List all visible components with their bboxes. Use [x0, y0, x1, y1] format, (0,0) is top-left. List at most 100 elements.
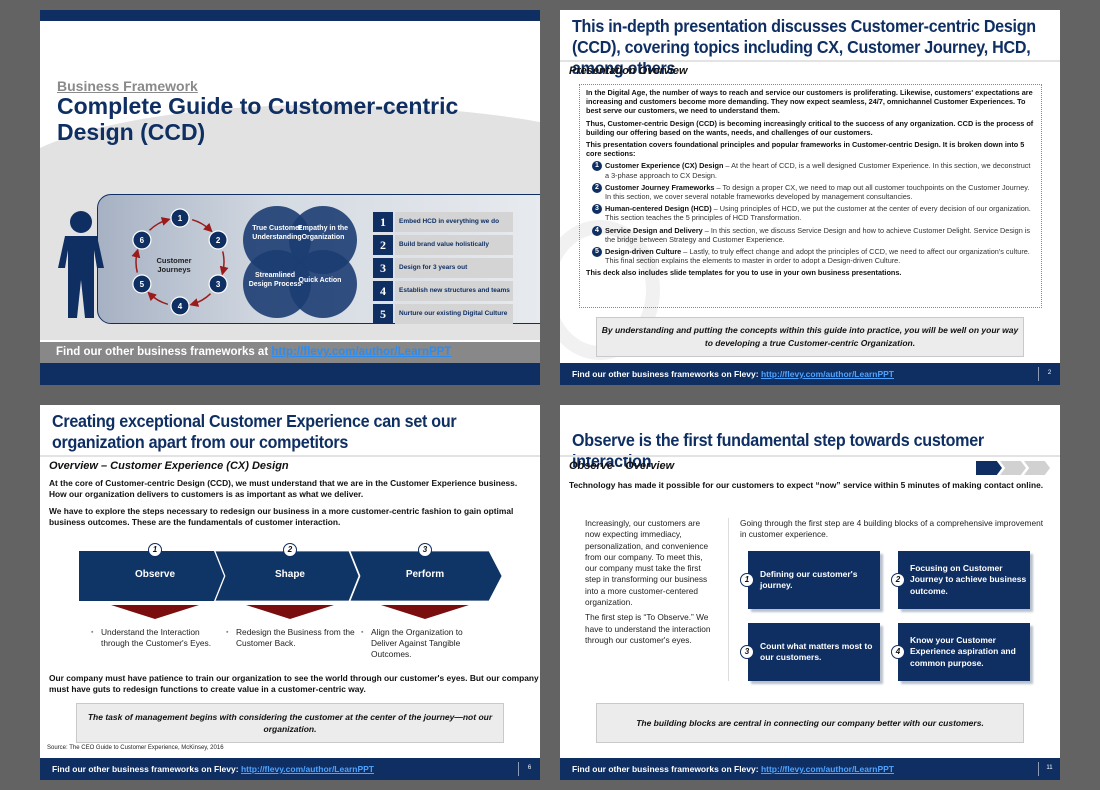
slide-footer: Find our other business frameworks on Fl…: [40, 758, 540, 780]
cycle-node: 5: [132, 274, 152, 294]
item-number: 5: [373, 304, 393, 324]
section-item: 5 Design-driven Culture – Lastly, to trul…: [592, 247, 1035, 265]
slide-title: Creating exceptional Customer Experience…: [52, 411, 457, 452]
item-number: 4: [373, 281, 393, 301]
phase-label: Shape: [274, 569, 305, 580]
principle-item: 2 Build brand value holistically: [373, 235, 513, 255]
cycle-node: 6: [132, 230, 152, 250]
cycle-node-label: 6: [140, 236, 145, 245]
flevy-link[interactable]: http://flevy.com/author/LearnPPT: [271, 346, 451, 358]
slide-footer: Find our other business frameworks on Fl…: [560, 758, 1060, 780]
source-note: Source: The CEO Guide to Customer Experi…: [47, 745, 224, 751]
slide-kicker: Business Framework: [57, 78, 198, 94]
callout-quote: By understanding and putting the concept…: [596, 317, 1024, 357]
page-number: 6: [518, 762, 540, 776]
left-paragraph: Increasingly, our customers are now expe…: [585, 518, 709, 608]
cycle-arrow: [189, 293, 212, 307]
section-name: Service Design and Delivery: [605, 225, 703, 235]
cycle-arrow: [131, 248, 141, 273]
slide-thumbnail-2[interactable]: This in-depth presentation discusses Cus…: [560, 10, 1060, 385]
item-text: Nurture our existing Digital Culture: [395, 304, 513, 324]
right-lead: Going through the first step are 4 build…: [740, 518, 1043, 540]
section-name: Human-centered Design (HCD): [605, 204, 712, 214]
person-icon: [58, 211, 104, 318]
item-number: 2: [373, 235, 393, 255]
principle-item: 3 Design for 3 years out: [373, 258, 513, 278]
principles-list: 1 Embed HCD in everything we do 2 Build br…: [373, 212, 513, 327]
title-divider: [560, 455, 1060, 457]
slide-thumbnail-1[interactable]: Business Framework Complete Guide to Cus…: [40, 10, 540, 385]
building-block: Defining our customer's journey.: [748, 551, 880, 609]
footer-text: Find our other business frameworks on Fl…: [572, 369, 759, 379]
section-number-icon: 2: [592, 182, 602, 193]
cycle-arrow: [191, 218, 213, 233]
callout-quote: The task of management begins with consi…: [76, 703, 504, 743]
block-number-icon: 3: [740, 645, 754, 659]
title-divider: [40, 455, 540, 457]
cycle-arrow: [148, 217, 171, 231]
block-number-icon: 1: [740, 573, 754, 587]
principle-item: 1 Embed HCD in everything we do: [373, 212, 513, 232]
venn-diagram: [243, 206, 357, 318]
footer-text: Find our other business frameworks on Fl…: [572, 764, 759, 774]
flevy-link[interactable]: http://flevy.com/author/LearnPPT: [761, 369, 894, 379]
slide-thumbnail-4[interactable]: Observe is the first fundamental step to…: [560, 405, 1060, 780]
cycle-node: 1: [170, 208, 190, 228]
page-number: 2: [1038, 367, 1060, 381]
progress-step: [1000, 461, 1026, 475]
section-name: Design-driven Culture: [605, 247, 682, 257]
down-arrow-icon: [111, 605, 199, 619]
overview-paragraph: Thus, Customer-centric Design (CCD) is b…: [586, 118, 1034, 137]
left-paragraph: The first step is “To Observe.” We have …: [585, 612, 711, 645]
slide-subtitle: Overview – Customer Experience (CX) Desi…: [49, 460, 289, 472]
slide-thumbnail-3[interactable]: Creating exceptional Customer Experience…: [40, 405, 540, 780]
section-item: 2 Customer Journey Frameworks – To design…: [592, 182, 1035, 201]
section-item: 3 Human-centered Design (HCD) – Using pri…: [592, 204, 1035, 222]
item-text: Design for 3 years out: [395, 258, 513, 278]
callout-quote: The building blocks are central in conne…: [596, 703, 1024, 743]
item-number: 1: [373, 212, 393, 232]
item-text: Build brand value holistically: [395, 235, 513, 255]
building-block: Know your Customer Experience aspiration…: [898, 623, 1030, 681]
section-number-icon: 1: [592, 161, 602, 172]
section-item: 1 Customer Experience (CX) Design – At th…: [592, 161, 1035, 180]
cycle-node-label: 4: [178, 302, 183, 311]
section-number-icon: 4: [592, 225, 602, 236]
block-number-icon: 2: [891, 573, 905, 587]
slide-title: Complete Guide to Customer-centric Desig…: [57, 93, 459, 145]
banner-text: Find our other business frameworks at: [56, 346, 269, 358]
section-number-icon: 3: [592, 204, 602, 215]
item-text: Establish new structures and teams: [395, 281, 513, 301]
phase-number-icon: 2: [283, 543, 297, 557]
cycle-node-label: 5: [140, 280, 145, 289]
cycle-node: 2: [208, 230, 228, 250]
down-arrow-icon: [381, 605, 469, 619]
page-number: 11: [1038, 762, 1060, 776]
column-divider: [728, 518, 729, 681]
section-item: 4 Service Design and Delivery – In this s…: [592, 225, 1035, 244]
down-arrow-icon: [246, 605, 334, 619]
cycle-arrow: [219, 251, 229, 276]
venn-label-4: Quick Action: [298, 277, 342, 284]
principle-item: 5 Nurture our existing Digital Culture: [373, 304, 513, 324]
title-divider: [560, 60, 1060, 62]
flevy-link[interactable]: http://flevy.com/author/LearnPPT: [761, 764, 894, 774]
bottom-bar: [40, 363, 540, 385]
cycle-node: 3: [208, 274, 228, 294]
phase-label: Observe: [134, 569, 176, 580]
block-number-icon: 4: [891, 645, 905, 659]
item-text: Embed HCD in everything we do: [395, 212, 513, 232]
cycle-node-label: 2: [216, 236, 221, 245]
overview-paragraph: This presentation covers foundational pr…: [586, 140, 1025, 159]
lead-paragraph: Technology has made it possible for our …: [569, 480, 1044, 490]
progress-step: [1024, 461, 1050, 475]
top-bar: [40, 10, 540, 21]
cycle-node-label: 1: [178, 214, 183, 223]
phase-number-icon: 1: [148, 543, 162, 557]
phase-bullet: Understand the Interaction through the C…: [91, 627, 221, 649]
slide-footer: Find our other business frameworks on Fl…: [560, 363, 1060, 385]
flevy-link[interactable]: http://flevy.com/author/LearnPPT: [241, 764, 374, 774]
building-block: Focusing on Customer Journey to achieve …: [898, 551, 1030, 609]
intro-paragraph: At the core of Customer-centric Design (…: [49, 478, 518, 499]
principle-item: 4 Establish new structures and teams: [373, 281, 513, 301]
